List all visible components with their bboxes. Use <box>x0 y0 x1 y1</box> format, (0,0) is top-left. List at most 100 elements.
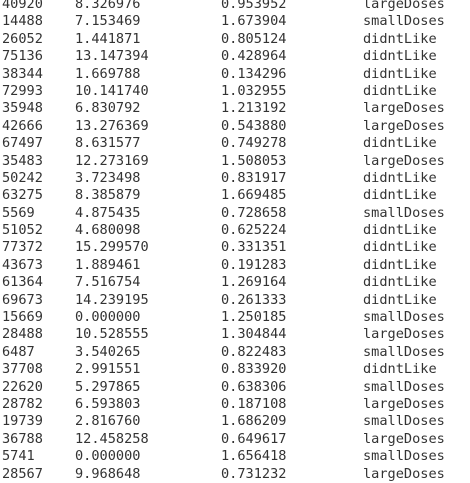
id-cell: 36788 <box>2 430 43 447</box>
value-b-cell: 0.638306 <box>221 378 287 395</box>
label-cell: smallDoses <box>363 343 445 360</box>
label-cell: smallDoses <box>363 448 445 465</box>
value-b-cell: 0.728658 <box>221 204 287 221</box>
value-b-cell: 0.749278 <box>221 135 287 152</box>
label-cell: didntLike <box>363 256 437 273</box>
value-b-cell: 1.213192 <box>221 100 287 117</box>
label-cell: largeDoses <box>363 0 445 12</box>
id-cell: 75136 <box>2 48 43 65</box>
table-row: 5569 4.875435 0.728658 smallDoses <box>0 205 470 222</box>
label-cell: didntLike <box>363 169 437 186</box>
value-a-cell: 2.991551 <box>75 361 141 378</box>
label-cell: didntLike <box>363 82 437 99</box>
id-cell: 19739 <box>2 413 43 430</box>
id-cell: 69673 <box>2 291 43 308</box>
value-b-cell: 0.428964 <box>221 48 287 65</box>
value-a-cell: 8.385879 <box>75 187 141 204</box>
table-row: 36788 12.458258 0.649617 largeDoses <box>0 431 470 448</box>
table-row: 28567 9.968648 0.731232 largeDoses <box>0 466 470 483</box>
value-b-cell: 1.304844 <box>221 326 287 343</box>
id-cell: 38344 <box>2 65 43 82</box>
label-cell: largeDoses <box>363 100 445 117</box>
id-cell: 51052 <box>2 222 43 239</box>
value-b-cell: 0.261333 <box>221 291 287 308</box>
value-a-cell: 2.816760 <box>75 413 141 430</box>
label-cell: didntLike <box>363 187 437 204</box>
label-cell: didntLike <box>363 65 437 82</box>
value-b-cell: 0.805124 <box>221 30 287 47</box>
table-row: 43673 1.889461 0.191283 didntLike <box>0 257 470 274</box>
table-row: 22620 5.297865 0.638306 smallDoses <box>0 379 470 396</box>
value-a-cell: 1.441871 <box>75 30 141 47</box>
value-a-cell: 4.680098 <box>75 222 141 239</box>
value-a-cell: 0.000000 <box>75 448 141 465</box>
value-a-cell: 6.593803 <box>75 395 141 412</box>
label-cell: didntLike <box>363 291 437 308</box>
table-row: 28488 10.528555 1.304844 largeDoses <box>0 326 470 343</box>
value-a-cell: 10.528555 <box>75 326 149 343</box>
value-b-cell: 1.686209 <box>221 413 287 430</box>
label-cell: smallDoses <box>363 204 445 221</box>
value-a-cell: 3.540265 <box>75 343 141 360</box>
label-cell: didntLike <box>363 222 437 239</box>
table-row: 77372 15.299570 0.331351 didntLike <box>0 239 470 256</box>
value-a-cell: 13.276369 <box>75 117 149 134</box>
table-row: 63275 8.385879 1.669485 didntLike <box>0 187 470 204</box>
id-cell: 43673 <box>2 256 43 273</box>
value-b-cell: 1.656418 <box>221 448 287 465</box>
value-a-cell: 15.299570 <box>75 239 149 256</box>
label-cell: didntLike <box>363 30 437 47</box>
id-cell: 22620 <box>2 378 43 395</box>
label-cell: didntLike <box>363 361 437 378</box>
value-b-cell: 0.833920 <box>221 361 287 378</box>
value-a-cell: 12.458258 <box>75 430 149 447</box>
table-row: 6487 3.540265 0.822483 smallDoses <box>0 344 470 361</box>
value-a-cell: 3.723498 <box>75 169 141 186</box>
label-cell: didntLike <box>363 48 437 65</box>
id-cell: 28488 <box>2 326 43 343</box>
value-a-cell: 1.669788 <box>75 65 141 82</box>
value-b-cell: 1.669485 <box>221 187 287 204</box>
id-cell: 14488 <box>2 13 43 30</box>
table-row: 35948 6.830792 1.213192 largeDoses <box>0 100 470 117</box>
id-cell: 72993 <box>2 82 43 99</box>
id-cell: 50242 <box>2 169 43 186</box>
value-a-cell: 0.000000 <box>75 309 141 326</box>
id-cell: 15669 <box>2 309 43 326</box>
value-a-cell: 4.875435 <box>75 204 141 221</box>
id-cell: 40920 <box>2 0 43 12</box>
value-a-cell: 12.273169 <box>75 152 149 169</box>
value-a-cell: 5.297865 <box>75 378 141 395</box>
id-cell: 28567 <box>2 465 43 482</box>
value-b-cell: 0.191283 <box>221 256 287 273</box>
value-b-cell: 0.731232 <box>221 465 287 482</box>
id-cell: 42666 <box>2 117 43 134</box>
table-row: 38344 1.669788 0.134296 didntLike <box>0 66 470 83</box>
value-a-cell: 14.239195 <box>75 291 149 308</box>
label-cell: didntLike <box>363 135 437 152</box>
value-b-cell: 0.625224 <box>221 222 287 239</box>
table-row: 5741 0.000000 1.656418 smallDoses <box>0 448 470 465</box>
value-a-cell: 13.147394 <box>75 48 149 65</box>
value-b-cell: 0.831917 <box>221 169 287 186</box>
table-row: 26052 1.441871 0.805124 didntLike <box>0 31 470 48</box>
value-b-cell: 1.032955 <box>221 82 287 99</box>
table-row: 67497 8.631577 0.749278 didntLike <box>0 135 470 152</box>
value-b-cell: 1.269164 <box>221 274 287 291</box>
id-cell: 63275 <box>2 187 43 204</box>
value-b-cell: 0.187108 <box>221 395 287 412</box>
id-cell: 77372 <box>2 239 43 256</box>
label-cell: largeDoses <box>363 117 445 134</box>
table-row: 15669 0.000000 1.250185 smallDoses <box>0 309 470 326</box>
table-row: 69673 14.239195 0.261333 didntLike <box>0 292 470 309</box>
label-cell: smallDoses <box>363 413 445 430</box>
id-cell: 35483 <box>2 152 43 169</box>
table-row: 28782 6.593803 0.187108 largeDoses <box>0 396 470 413</box>
id-cell: 28782 <box>2 395 43 412</box>
label-cell: smallDoses <box>363 378 445 395</box>
id-cell: 5741 <box>2 448 35 465</box>
label-cell: largeDoses <box>363 326 445 343</box>
table-row: 19739 2.816760 1.686209 smallDoses <box>0 413 470 430</box>
table-row: 14488 7.153469 1.673904 smallDoses <box>0 13 470 30</box>
value-b-cell: 0.134296 <box>221 65 287 82</box>
